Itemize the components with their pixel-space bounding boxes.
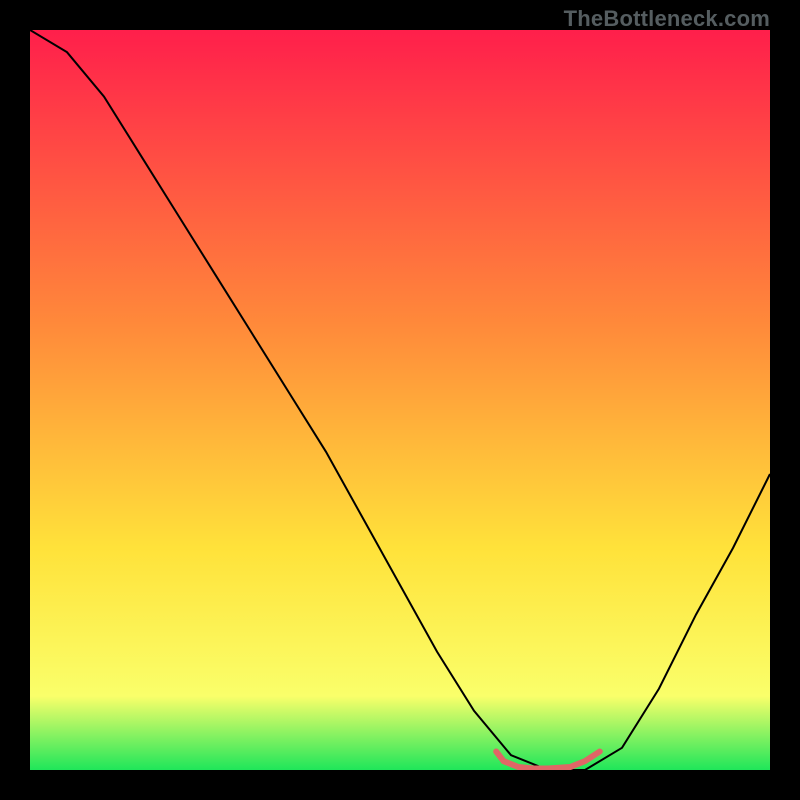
gradient-background (30, 30, 770, 770)
watermark-text: TheBottleneck.com (564, 6, 770, 32)
chart-svg (30, 30, 770, 770)
plot-area (30, 30, 770, 770)
chart-frame: TheBottleneck.com (0, 0, 800, 800)
